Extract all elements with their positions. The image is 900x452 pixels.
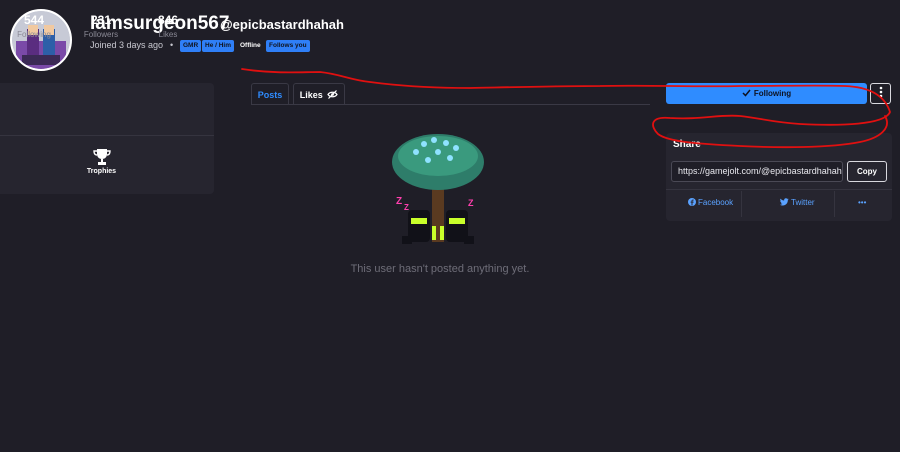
facebook-icon: [688, 198, 696, 206]
tabs-underline: [251, 104, 650, 105]
gmr-tag[interactable]: GMR: [180, 40, 202, 52]
more-options-button[interactable]: [870, 83, 891, 104]
share-title: Share: [673, 139, 701, 150]
copy-button[interactable]: Copy: [847, 161, 887, 182]
kebab-menu-icon: [879, 86, 882, 98]
pronouns-tag: He / Him: [202, 40, 235, 52]
stat-likes[interactable]: 846 Likes: [138, 13, 198, 39]
share-divider: [666, 189, 892, 190]
following-button-label: Following: [753, 89, 792, 98]
profile-stats-card: [0, 83, 214, 194]
stat-label: Followers: [83, 30, 119, 39]
trophies-label[interactable]: Trophies: [0, 168, 203, 175]
tab-posts[interactable]: Posts: [251, 83, 289, 105]
stats-divider: [0, 135, 214, 136]
empty-state-message: This user hasn't posted anything yet.: [350, 263, 530, 275]
stat-value: 846: [157, 13, 179, 27]
tab-likes-label: Likes: [299, 90, 323, 100]
check-icon: [742, 89, 751, 97]
stat-label: Likes: [158, 30, 178, 39]
stat-following[interactable]: 544 Following: [4, 13, 64, 39]
svg-text:Z: Z: [468, 198, 474, 208]
stat-value: 231: [90, 13, 112, 27]
svg-text:Z: Z: [396, 196, 402, 207]
share-url-field[interactable]: https://gamejolt.com/@epicbastardhahah: [671, 161, 843, 182]
profile-handle: @epicbastardhahah: [220, 17, 344, 32]
empty-state-illustration: Z Z Z: [392, 134, 484, 244]
svg-text:Z: Z: [404, 203, 409, 212]
separator-dot: •: [170, 40, 174, 50]
facebook-label: Facebook: [698, 198, 734, 207]
status-badge: Offline: [240, 42, 261, 49]
following-button[interactable]: Following: [666, 83, 867, 104]
twitter-label: Twitter: [791, 198, 815, 207]
share-more-button[interactable]: •••: [858, 198, 866, 207]
share-separator: [741, 191, 742, 217]
stat-label: Following: [17, 30, 51, 39]
eye-slash-icon: [327, 90, 338, 99]
trophy-icon[interactable]: [92, 148, 112, 166]
tab-likes[interactable]: Likes: [293, 83, 345, 105]
share-separator: [834, 191, 835, 217]
share-twitter-link[interactable]: Twitter: [780, 198, 815, 207]
twitter-icon: [780, 198, 789, 206]
joined-date: Joined 3 days ago: [90, 40, 164, 50]
share-facebook-link[interactable]: Facebook: [688, 198, 733, 207]
follows-you-badge: Follows you: [266, 40, 310, 52]
stat-value: 544: [23, 13, 45, 27]
stat-followers[interactable]: 231 Followers: [71, 13, 131, 39]
